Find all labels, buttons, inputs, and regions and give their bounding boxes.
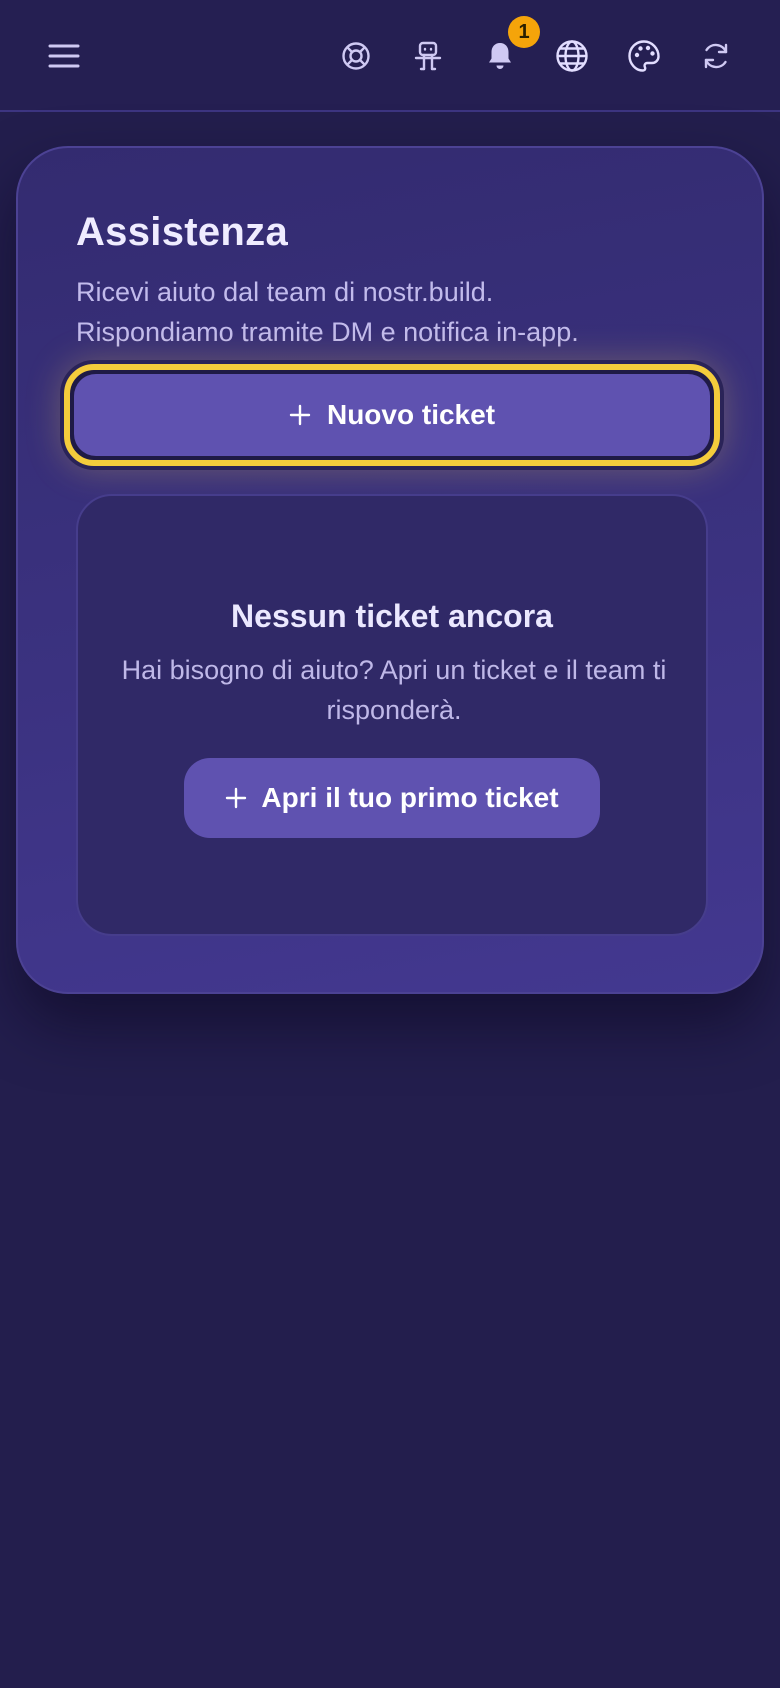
subtitle-line-1: Ricevi aiuto dal team di nostr.build. bbox=[76, 277, 494, 307]
menu-icon bbox=[47, 42, 81, 70]
support-button[interactable] bbox=[326, 26, 386, 86]
nostr-button[interactable] bbox=[398, 26, 458, 86]
refresh-button[interactable] bbox=[686, 26, 746, 86]
robot-icon bbox=[414, 40, 442, 72]
theme-button[interactable] bbox=[614, 26, 674, 86]
language-button[interactable] bbox=[542, 26, 602, 86]
top-bar: 1 bbox=[0, 0, 780, 112]
palette-icon bbox=[627, 39, 661, 73]
menu-button[interactable] bbox=[34, 26, 94, 86]
empty-state-text: Hai bisogno di aiuto? Apri un ticket e i… bbox=[121, 655, 667, 725]
empty-state-title: Nessun ticket ancora bbox=[231, 598, 553, 634]
plus-icon bbox=[225, 787, 247, 809]
open-first-ticket-button[interactable]: Apri il tuo primo ticket bbox=[184, 758, 600, 838]
lifebuoy-icon bbox=[341, 41, 371, 71]
page-title: Assistenza bbox=[76, 210, 288, 254]
bell-icon bbox=[486, 41, 514, 71]
new-ticket-button[interactable]: Nuovo ticket bbox=[64, 364, 720, 466]
page-subtitle: Ricevi aiuto dal team di nostr.build. Ri… bbox=[76, 272, 726, 352]
plus-icon bbox=[289, 404, 311, 426]
globe-icon bbox=[555, 39, 589, 73]
support-card: Assistenza Ricevi aiuto dal team di nost… bbox=[16, 146, 764, 994]
refresh-icon bbox=[701, 41, 731, 71]
open-first-ticket-label: Apri il tuo primo ticket bbox=[261, 782, 559, 813]
new-ticket-label: Nuovo ticket bbox=[326, 399, 496, 430]
subtitle-line-2: Rispondiamo tramite DM e notifica in-app… bbox=[76, 317, 579, 347]
empty-state: Nessun ticket ancora Hai bisogno di aiut… bbox=[76, 494, 708, 936]
notification-count-badge: 1 bbox=[508, 16, 540, 48]
